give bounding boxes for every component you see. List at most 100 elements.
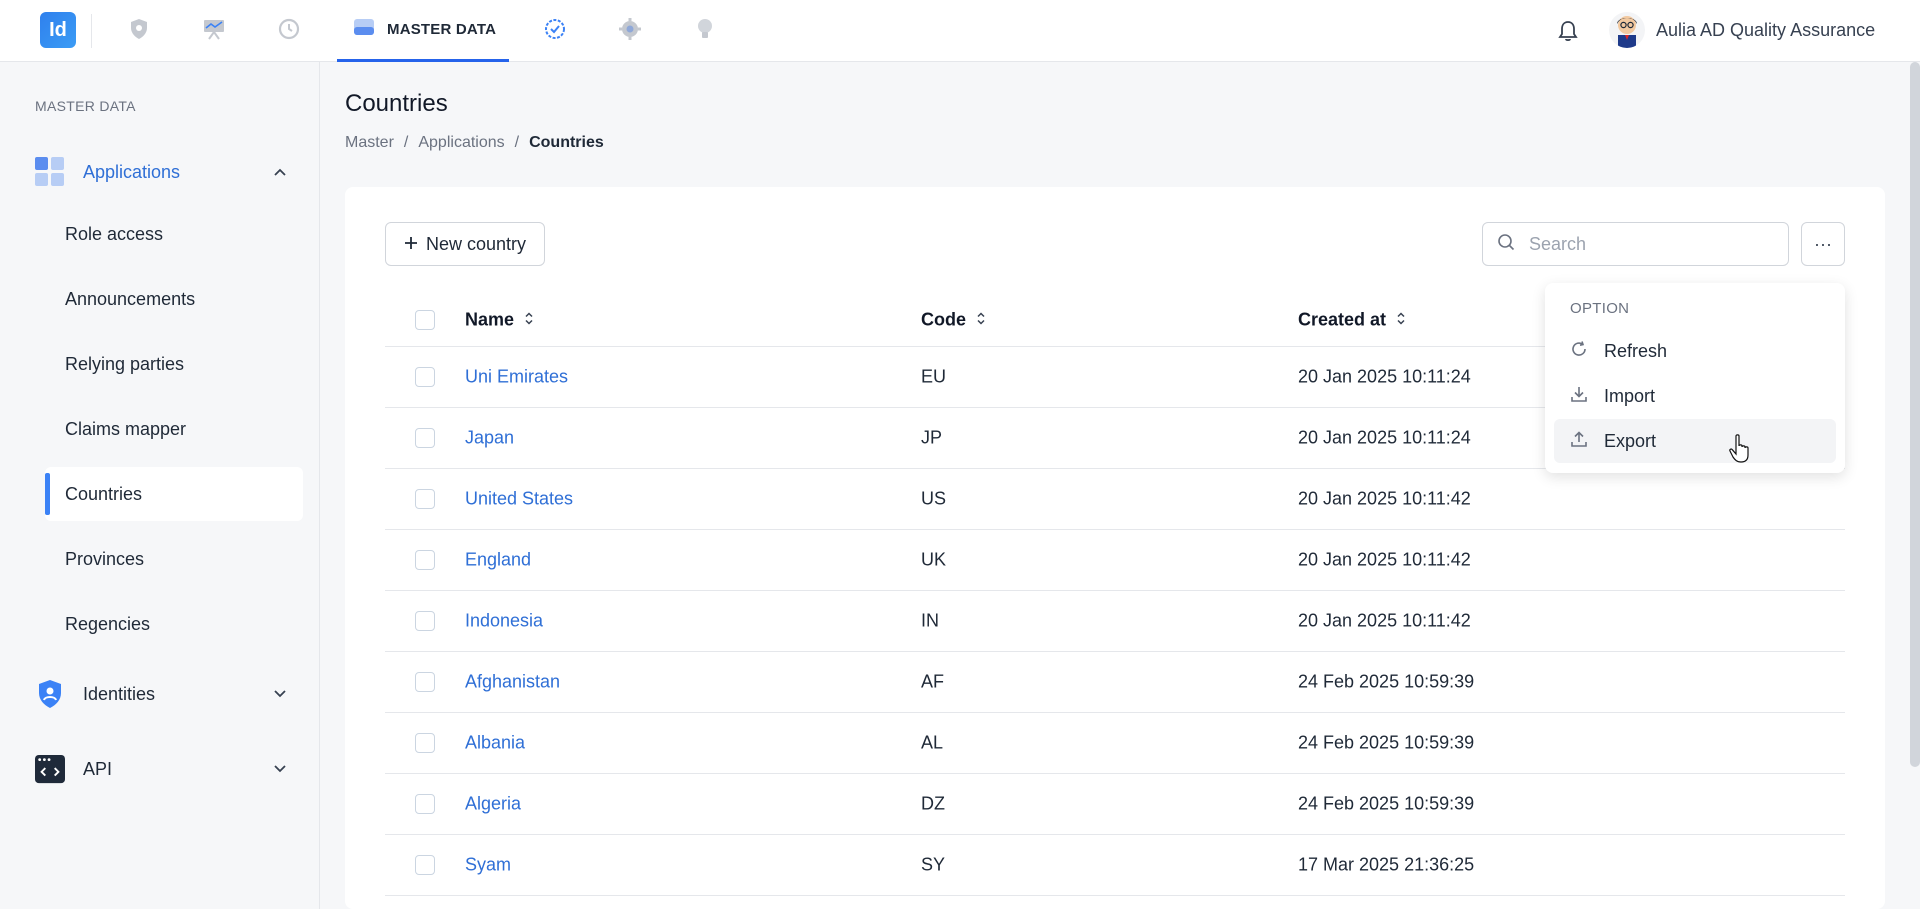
- country-created-at: 20 Jan 2025 10:11:42: [1298, 488, 1471, 509]
- country-created-at: 20 Jan 2025 10:11:24: [1298, 366, 1471, 387]
- country-code: US: [921, 488, 947, 509]
- sidebar-item-claims-mapper[interactable]: Claims mapper: [45, 402, 303, 456]
- table-row[interactable]: Syam SY 17 Mar 2025 21:36:25: [385, 835, 1845, 896]
- avatar[interactable]: [1609, 12, 1645, 48]
- menu-item-label: Refresh: [1604, 340, 1668, 361]
- country-name-link[interactable]: Syam: [465, 855, 511, 876]
- logo-text: Id: [49, 18, 67, 41]
- page-title: Countries: [345, 90, 448, 117]
- column-header-created-at[interactable]: Created at: [1298, 309, 1406, 330]
- sidebar-item-announcements[interactable]: Announcements: [45, 272, 303, 326]
- row-checkbox[interactable]: [415, 428, 435, 448]
- top-navigation-bar: Id MASTER DATA Aulia AD Quality Assuranc…: [0, 0, 1920, 62]
- dropdown-title: OPTION: [1570, 300, 1630, 317]
- row-checkbox[interactable]: [415, 855, 435, 875]
- country-created-at: 17 Mar 2025 21:36:25: [1298, 854, 1475, 875]
- user-name[interactable]: Aulia AD Quality Assurance: [1656, 20, 1875, 41]
- country-name-link[interactable]: England: [465, 550, 531, 571]
- country-name-link[interactable]: United States: [465, 489, 573, 510]
- shield-user-icon: [35, 679, 65, 709]
- history-clock-icon[interactable]: [274, 14, 304, 44]
- sidebar-group-applications[interactable]: Applications: [35, 154, 290, 190]
- upload-icon: [1570, 430, 1588, 453]
- menu-item-label: Export: [1604, 430, 1657, 451]
- table-row[interactable]: United States US 20 Jan 2025 10:11:42: [385, 469, 1845, 530]
- column-header-label: Code: [921, 309, 966, 329]
- country-created-at: 24 Feb 2025 10:59:39: [1298, 671, 1475, 692]
- sidebar-item-relying-parties[interactable]: Relying parties: [45, 337, 303, 391]
- country-name-link[interactable]: Albania: [465, 733, 525, 754]
- country-code: IN: [921, 610, 939, 631]
- table-row[interactable]: England UK 20 Jan 2025 10:11:42: [385, 530, 1845, 591]
- sidebar-item-role-access[interactable]: Role access: [45, 207, 303, 261]
- country-name-link[interactable]: Indonesia: [465, 611, 543, 632]
- table-row[interactable]: Algeria DZ 24 Feb 2025 10:59:39: [385, 774, 1845, 835]
- chevron-down-icon: [270, 759, 290, 779]
- row-checkbox[interactable]: [415, 489, 435, 509]
- sidebar-item-countries[interactable]: Countries: [45, 467, 303, 521]
- sidebar-group-label: API: [83, 758, 113, 779]
- hand-cursor-icon: [1728, 434, 1752, 469]
- country-name-link[interactable]: Algeria: [465, 794, 521, 815]
- country-name-link[interactable]: Uni Emirates: [465, 367, 568, 388]
- row-checkbox[interactable]: [415, 550, 435, 570]
- sort-icon: [1396, 309, 1406, 330]
- table-row[interactable]: Albania AL 24 Feb 2025 10:59:39: [385, 713, 1845, 774]
- breadcrumb-item-applications[interactable]: Applications: [418, 134, 504, 152]
- table-row[interactable]: Afghanistan AF 24 Feb 2025 10:59:39: [385, 652, 1845, 713]
- breadcrumb-item-master[interactable]: Master: [345, 134, 394, 152]
- check-badge-icon[interactable]: [540, 14, 570, 44]
- column-header-name[interactable]: Name: [465, 309, 534, 330]
- new-country-button[interactable]: New country: [385, 222, 545, 266]
- sidebar-group-identities[interactable]: Identities: [35, 676, 290, 712]
- sort-icon: [976, 309, 986, 330]
- column-header-label: Name: [465, 309, 515, 329]
- gear-icon[interactable]: [615, 14, 645, 44]
- more-options-button[interactable]: ···: [1801, 222, 1845, 266]
- app-logo[interactable]: Id: [40, 12, 76, 48]
- row-checkbox[interactable]: [415, 611, 435, 631]
- country-code: JP: [921, 427, 943, 448]
- code-window-icon: [35, 754, 65, 784]
- bell-icon[interactable]: [1553, 16, 1583, 46]
- menu-item-refresh[interactable]: Refresh: [1554, 329, 1836, 373]
- row-checkbox[interactable]: [415, 733, 435, 753]
- database-icon: [353, 17, 375, 42]
- select-all-checkbox[interactable]: [415, 309, 435, 330]
- refresh-icon: [1570, 340, 1588, 363]
- column-header-label: Created at: [1298, 309, 1387, 329]
- menu-item-import[interactable]: Import: [1554, 374, 1836, 418]
- menu-item-export[interactable]: Export: [1554, 419, 1836, 463]
- page-scrollbar[interactable]: [1910, 62, 1920, 767]
- row-checkbox[interactable]: [415, 672, 435, 692]
- row-checkbox[interactable]: [415, 367, 435, 387]
- table-row[interactable]: Indonesia IN 20 Jan 2025 10:11:42: [385, 591, 1845, 652]
- download-icon: [1570, 385, 1588, 408]
- sidebar-group-label: Identities: [83, 683, 156, 704]
- country-created-at: 20 Jan 2025 10:11:42: [1298, 610, 1471, 631]
- row-checkbox[interactable]: [415, 794, 435, 814]
- sort-icon: [524, 309, 534, 330]
- plus-icon: [404, 234, 418, 255]
- chevron-down-icon: [270, 684, 290, 704]
- country-created-at: 24 Feb 2025 10:59:39: [1298, 732, 1475, 753]
- presentation-icon[interactable]: [199, 14, 229, 44]
- grid-apps-icon: [35, 157, 65, 187]
- breadcrumb-item-current: Countries: [529, 134, 604, 151]
- divider: [91, 14, 92, 48]
- country-name-link[interactable]: Japan: [465, 428, 514, 449]
- lightbulb-icon[interactable]: [690, 14, 720, 44]
- sidebar-item-regencies[interactable]: Regencies: [45, 597, 303, 651]
- sidebar-item-provinces[interactable]: Provinces: [45, 532, 303, 586]
- tab-master-data[interactable]: MASTER DATA: [337, 0, 509, 62]
- column-header-code[interactable]: Code: [921, 309, 986, 330]
- shield-icon[interactable]: [124, 14, 154, 44]
- search-input[interactable]: [1529, 233, 1759, 255]
- sidebar-group-api[interactable]: API: [35, 751, 290, 787]
- menu-item-label: Import: [1604, 385, 1656, 406]
- country-name-link[interactable]: Afghanistan: [465, 672, 560, 693]
- options-dropdown-menu: OPTION Refresh Import Export: [1545, 283, 1845, 473]
- country-code: DZ: [921, 793, 945, 814]
- search-icon: [1497, 233, 1515, 256]
- country-code: AL: [921, 732, 944, 753]
